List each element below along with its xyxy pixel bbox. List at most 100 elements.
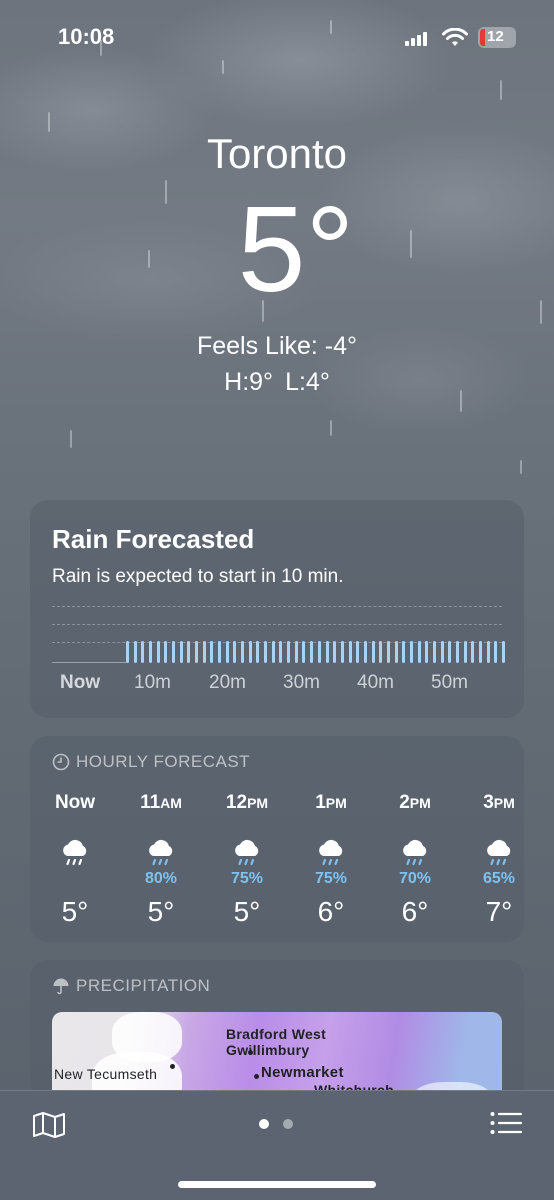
rain-cloud-icon (296, 826, 366, 870)
rain-streak (70, 430, 72, 448)
hour-column: Now 5° (40, 792, 110, 928)
precipitation-header: PRECIPITATION (52, 976, 210, 996)
rain-streak (520, 460, 522, 474)
rain-bar (141, 641, 145, 663)
rain-bar (371, 641, 375, 663)
rain-bar (126, 641, 129, 663)
rain-bar (202, 641, 206, 663)
rain-bar (417, 641, 421, 663)
rain-bar (294, 641, 298, 663)
rain-bar (394, 641, 398, 663)
rain-bar (287, 641, 291, 663)
precip-chance (40, 870, 110, 890)
cellular-signal-icon (405, 32, 429, 46)
low-temp: L:4° (285, 368, 330, 396)
rain-bar (218, 641, 222, 663)
rain-bar (156, 641, 160, 663)
rain-bar (149, 641, 153, 663)
hour-label: 11AM (140, 792, 182, 813)
rain-streak (330, 420, 332, 436)
rain-bar (333, 641, 337, 663)
rain-bar (348, 641, 352, 663)
rain-cloud-icon (126, 826, 196, 870)
rain-bar (210, 641, 214, 663)
page-dot-2[interactable] (283, 1119, 293, 1129)
axis-label-now: Now (60, 672, 101, 693)
chart-gridline (52, 606, 502, 607)
rain-bar (195, 641, 199, 663)
axis-label-30m: 30m (283, 672, 320, 693)
rain-bar (379, 641, 383, 663)
rain-bar (402, 641, 406, 663)
hour-temp: 6° (401, 896, 429, 927)
hourly-forecast-card[interactable]: HOURLY FORECAST Now 5° 11AM 80% 5° 12PM … (30, 736, 524, 942)
hour-temp: 5° (233, 896, 261, 927)
hour-column: 1PM 75% 6° (296, 792, 366, 928)
rain-bar (502, 641, 505, 663)
rain-bar (233, 641, 237, 663)
rain-icon (40, 826, 110, 870)
hour-label: 3PM (483, 792, 515, 813)
rain-bar (264, 641, 268, 663)
axis-label-10m: 10m (134, 672, 171, 693)
hour-temp: 7° (485, 896, 513, 927)
rain-bar (172, 641, 176, 663)
hourly-header: HOURLY FORECAST (52, 752, 250, 772)
rain-bar (386, 641, 390, 663)
high-low: H:9° L:4° (0, 368, 554, 397)
chart-gridline (52, 624, 502, 625)
rain-bar (463, 641, 467, 663)
home-indicator[interactable] (178, 1181, 376, 1188)
map-icon[interactable] (32, 1111, 66, 1139)
precip-chance: 75% (230, 870, 264, 887)
clock-icon (52, 753, 70, 771)
rain-cloud-icon (212, 826, 282, 870)
rain-bar (225, 641, 229, 663)
city-dot (170, 1064, 175, 1069)
rain-bar (356, 641, 360, 663)
hour-column: 11AM 80% 5° (126, 792, 196, 928)
city-name: Toronto (206, 130, 348, 177)
hour-column: 2PM 70% 6° (380, 792, 450, 928)
hour-label: 1PM (315, 792, 347, 813)
rain-cloud-icon (464, 826, 534, 870)
chart-baseline (52, 662, 126, 663)
rain-bar (440, 641, 444, 663)
precip-chance: 80% (144, 870, 178, 887)
rain-bar (187, 641, 191, 663)
high-temp: H:9° (224, 368, 274, 396)
rain-bar (448, 641, 452, 663)
list-icon[interactable] (490, 1111, 522, 1135)
precipitation-map[interactable]: Bradford West Gwillimbury New Tecumseth … (52, 1012, 502, 1102)
rain-forecast-card[interactable]: Rain Forecasted Rain is expected to star… (30, 500, 524, 718)
rain-streak (500, 80, 502, 100)
rain-bar (494, 641, 498, 663)
city-dot (254, 1074, 259, 1079)
status-time: 10:08 (58, 24, 115, 49)
rain-bar (279, 641, 283, 663)
status-bar: 10:08 12 (0, 22, 554, 54)
rain-bar (179, 641, 183, 663)
rain-card-subtitle: Rain is expected to start in 10 min. (52, 566, 344, 587)
battery-icon: 12 (478, 27, 516, 48)
rain-intensity-bars (126, 641, 505, 663)
axis-label-20m: 20m (209, 672, 246, 693)
map-label-bradford: Bradford West (226, 1026, 327, 1042)
map-label-newmarket: Newmarket (261, 1064, 344, 1081)
precipitation-card[interactable]: PRECIPITATION Bradford West Gwillimbury … (30, 960, 524, 1102)
rain-bar (248, 641, 252, 663)
rain-cloud-icon (380, 826, 450, 870)
page-indicator[interactable] (259, 1119, 293, 1129)
rain-bar (302, 641, 306, 663)
umbrella-icon (53, 978, 69, 995)
hour-column: 3PM 65% 7° (464, 792, 534, 928)
axis-label-50m: 50m (431, 672, 468, 693)
precip-chance: 65% (482, 870, 516, 887)
page-dot-1[interactable] (259, 1119, 269, 1129)
rain-bar (455, 641, 459, 663)
feels-like: Feels Like: -4° (196, 332, 358, 360)
rain-bar (241, 641, 245, 663)
hour-label: 2PM (399, 792, 431, 813)
precip-chance: 70% (398, 870, 432, 887)
rain-streak (222, 60, 224, 74)
